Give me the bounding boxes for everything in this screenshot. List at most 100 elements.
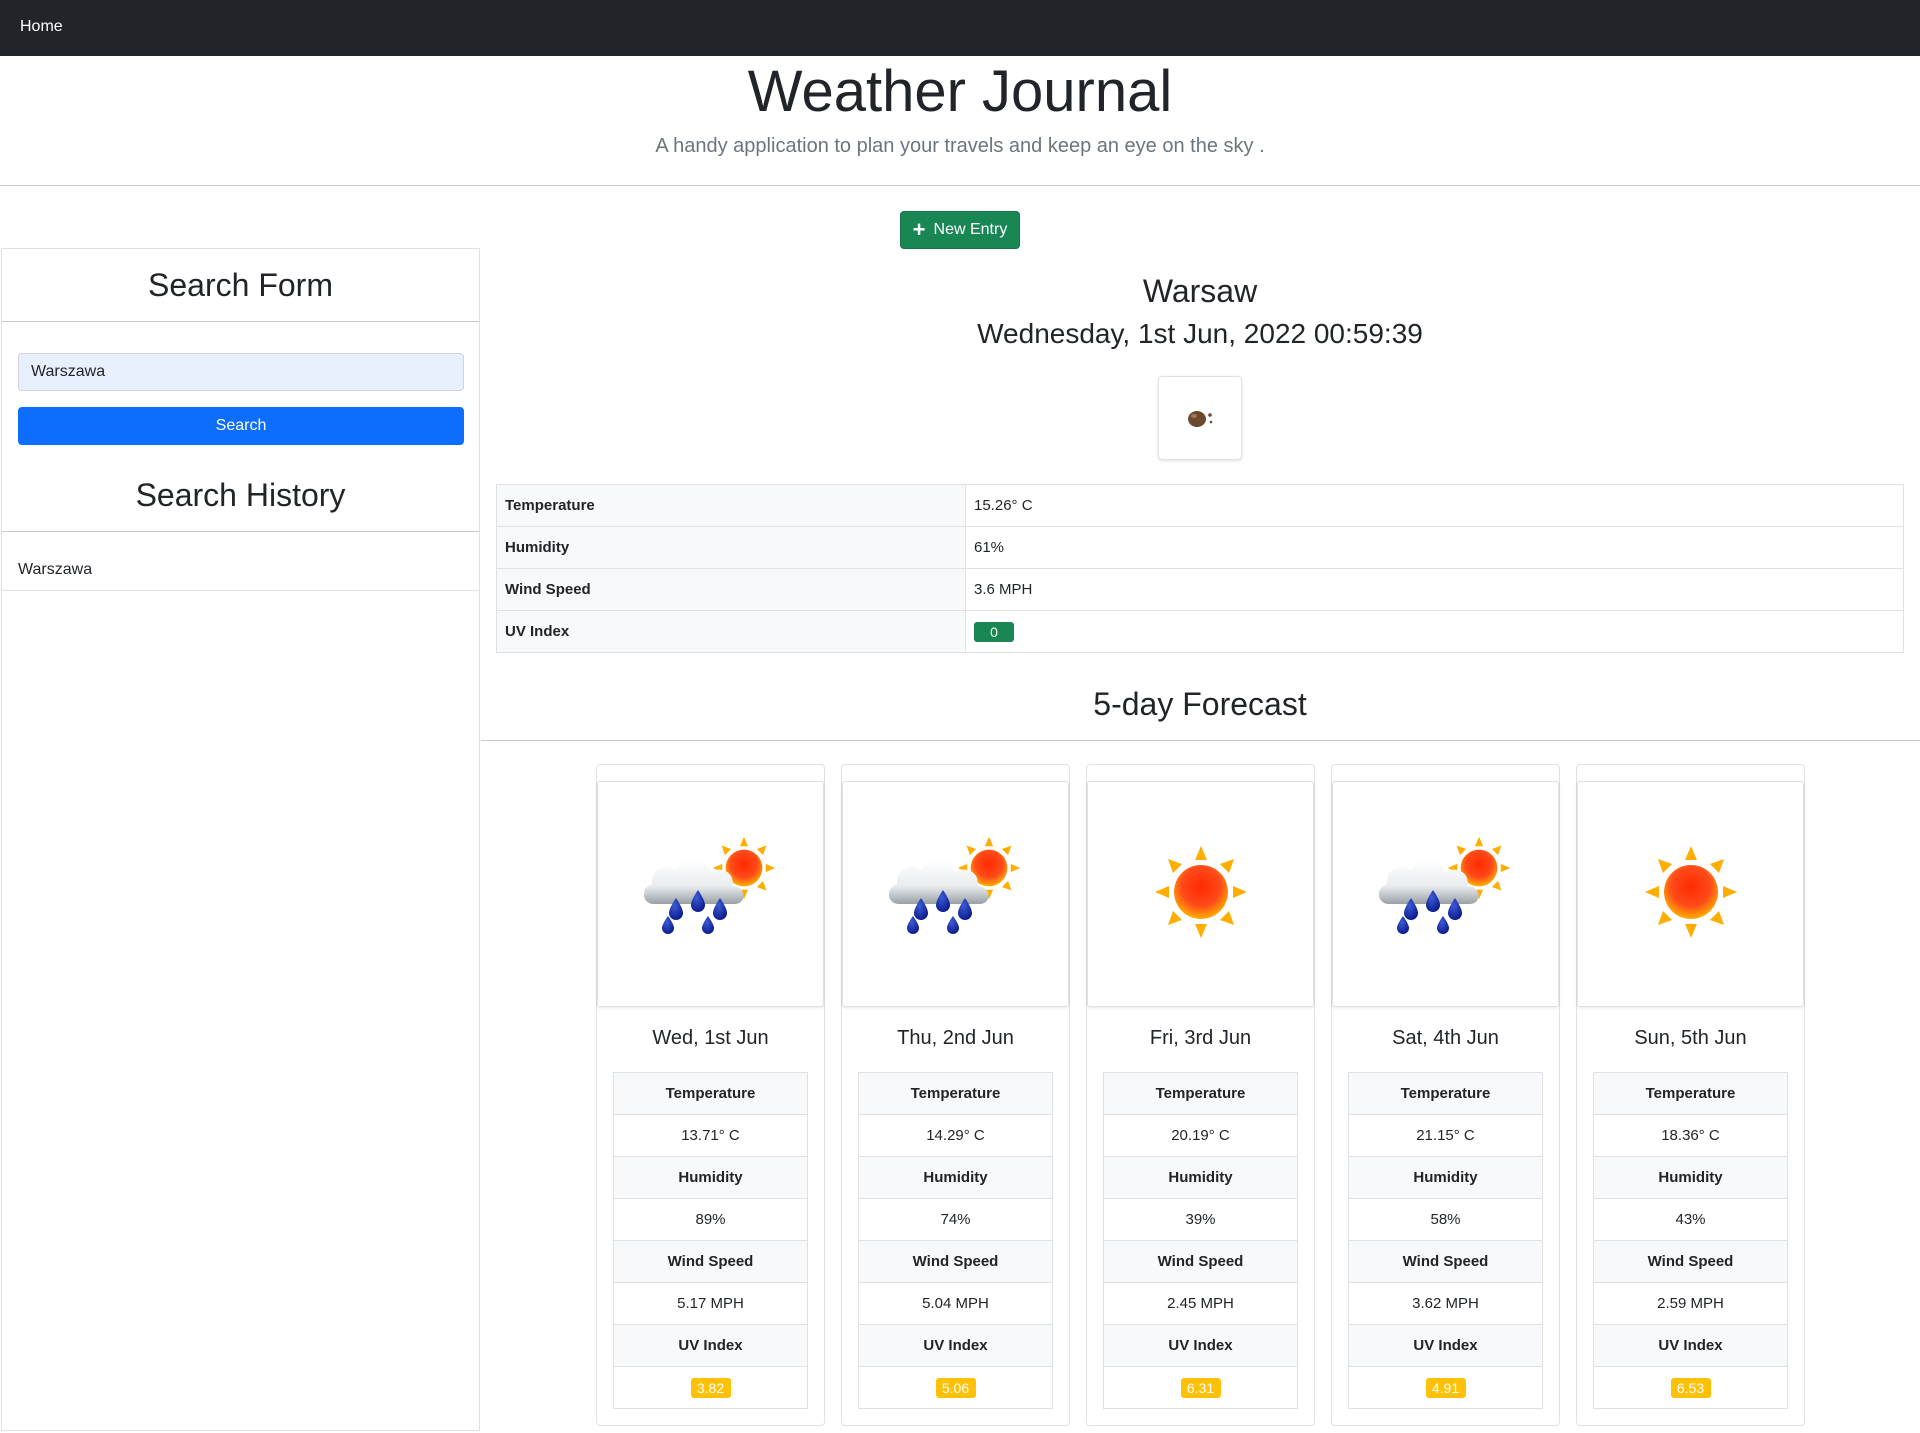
current-label: Humidity <box>496 526 966 569</box>
forecast-uv-cell: 6.53 <box>1593 1366 1788 1409</box>
search-history-divider <box>2 531 479 532</box>
forecast-table: Temperature 13.71° C Humidity 89% Wind Speed… <box>613 1072 808 1409</box>
forecast-label: UV Index <box>858 1324 1053 1367</box>
forecast-temperature: 20.19° C <box>1103 1114 1298 1157</box>
forecast-wind: 5.04 MPH <box>858 1282 1053 1325</box>
rain-sun-icon <box>1371 832 1521 957</box>
forecast-date: Sat, 4th Jun <box>1392 1027 1499 1049</box>
sun-icon <box>1141 832 1261 957</box>
forecast-table: Temperature 18.36° C Humidity 43% Wind Speed… <box>1593 1072 1788 1409</box>
forecast-table: Temperature 14.29° C Humidity 74% Wind Speed… <box>858 1072 1053 1409</box>
current-row-temperature: Temperature 15.26° C <box>496 484 1904 527</box>
app-subtitle: A handy application to plan your travels… <box>655 135 1265 157</box>
uv-badge: 6.31 <box>1180 1377 1221 1398</box>
forecast-date: Sun, 5th Jun <box>1634 1027 1747 1049</box>
forecast-label: Wind Speed <box>1593 1240 1788 1283</box>
forecast-card: Thu, 2nd Jun Temperature 14.29° C Humidity 7… <box>841 764 1070 1426</box>
uv-badge: 3.82 <box>690 1377 731 1398</box>
forecast-icon-box <box>1577 781 1804 1007</box>
navbar: Home <box>0 0 1920 56</box>
forecast-humidity: 43% <box>1593 1198 1788 1241</box>
forecast-temperature: 13.71° C <box>613 1114 808 1157</box>
forecast-label: Temperature <box>858 1072 1053 1115</box>
current-row-uv: UV Index 0 <box>496 610 1904 653</box>
forecast-label: Humidity <box>613 1156 808 1199</box>
forecast-uv-cell: 5.06 <box>858 1366 1053 1409</box>
current-datetime: Wednesday, 1st Jun, 2022 00:59:39 <box>977 318 1423 349</box>
rain-sun-icon <box>881 832 1031 957</box>
forecast-humidity: 74% <box>858 1198 1053 1241</box>
sun-icon <box>1631 832 1751 957</box>
forecast-label: Humidity <box>1103 1156 1298 1199</box>
forecast-card: Wed, 1st Jun Temperature 13.71° C Humidity 8… <box>596 764 825 1426</box>
current-row-wind: Wind Speed 3.6 MPH <box>496 568 1904 611</box>
uv-badge: 6.53 <box>1670 1377 1711 1398</box>
current-value: 3.6 MPH <box>965 568 1904 611</box>
current-label: UV Index <box>496 610 966 653</box>
history-item[interactable]: Warszawa <box>2 553 479 591</box>
uv-badge: 5.06 <box>935 1377 976 1398</box>
forecast-label: Humidity <box>858 1156 1053 1199</box>
sidebar: Search Form Search Search History Warsza… <box>1 248 480 1431</box>
forecast-card: Sun, 5th Jun Temperature 18.36° C Humidity 4… <box>1576 764 1805 1426</box>
forecast-divider <box>481 740 1920 741</box>
forecast-wind: 2.45 MPH <box>1103 1282 1298 1325</box>
current-row-humidity: Humidity 61% <box>496 526 1904 569</box>
current-weather-icon-box <box>1158 376 1242 460</box>
forecast-humidity: 39% <box>1103 1198 1298 1241</box>
app-title: Weather Journal <box>747 59 1173 124</box>
forecast-date: Thu, 2nd Jun <box>897 1027 1014 1049</box>
forecast-icon-box <box>1087 781 1314 1007</box>
plus-icon: + <box>912 217 926 242</box>
forecast-label: UV Index <box>1103 1324 1298 1367</box>
search-input[interactable] <box>18 353 464 391</box>
forecast-humidity: 58% <box>1348 1198 1543 1241</box>
forecast-date: Fri, 3rd Jun <box>1149 1027 1252 1049</box>
forecast-label: Temperature <box>1593 1072 1788 1115</box>
current-value: 61% <box>965 526 1904 569</box>
forecast-icon-box <box>842 781 1069 1007</box>
forecast-wind: 3.62 MPH <box>1348 1282 1543 1325</box>
forecast-humidity: 89% <box>613 1198 808 1241</box>
forecast-label: UV Index <box>1593 1324 1788 1367</box>
forecast-temperature: 21.15° C <box>1348 1114 1543 1157</box>
weather-icon <box>1188 411 1213 427</box>
forecast-label: UV Index <box>1348 1324 1543 1367</box>
uv-badge: 0 <box>974 621 1014 642</box>
forecast-label: Humidity <box>1348 1156 1543 1199</box>
current-weather-table: Temperature 15.26° C Humidity 61% Wind S… <box>496 484 1904 653</box>
forecast-label: Temperature <box>613 1072 808 1115</box>
forecast-label: Temperature <box>1103 1072 1298 1115</box>
city-name: Warsaw <box>1142 273 1258 309</box>
forecast-uv-cell: 6.31 <box>1103 1366 1298 1409</box>
search-form-title: Search Form <box>148 267 333 303</box>
forecast-label: Wind Speed <box>613 1240 808 1283</box>
nav-home-link[interactable]: Home <box>20 18 63 36</box>
forecast-temperature: 18.36° C <box>1593 1114 1788 1157</box>
header-divider <box>0 185 1920 186</box>
forecast-label: UV Index <box>613 1324 808 1367</box>
forecast-temperature: 14.29° C <box>858 1114 1053 1157</box>
forecast-table: Temperature 20.19° C Humidity 39% Wind Speed… <box>1103 1072 1298 1409</box>
forecast-label: Wind Speed <box>1103 1240 1298 1283</box>
forecast-wind: 2.59 MPH <box>1593 1282 1788 1325</box>
forecast-uv-cell: 4.91 <box>1348 1366 1543 1409</box>
forecast-label: Humidity <box>1593 1156 1788 1199</box>
forecast-card: Fri, 3rd Jun Temperature 20.19° C Humidity 3… <box>1086 764 1315 1426</box>
forecast-title: 5-day Forecast <box>1093 686 1307 722</box>
forecast-wind: 5.17 MPH <box>613 1282 808 1325</box>
forecast-label: Wind Speed <box>858 1240 1053 1283</box>
forecast-label: Wind Speed <box>1348 1240 1543 1283</box>
current-label: Temperature <box>496 484 966 527</box>
current-label: Wind Speed <box>496 568 966 611</box>
forecast-label: Temperature <box>1348 1072 1543 1115</box>
current-value: 15.26° C <box>965 484 1904 527</box>
new-entry-button[interactable]: + New Entry <box>900 211 1020 249</box>
forecast-icon-box <box>597 781 824 1007</box>
search-button[interactable]: Search <box>18 407 464 445</box>
search-form-divider <box>2 321 479 322</box>
forecast-uv-cell: 3.82 <box>613 1366 808 1409</box>
rain-sun-icon <box>636 832 786 957</box>
forecast-icon-box <box>1332 781 1559 1007</box>
uv-badge: 4.91 <box>1425 1377 1466 1398</box>
